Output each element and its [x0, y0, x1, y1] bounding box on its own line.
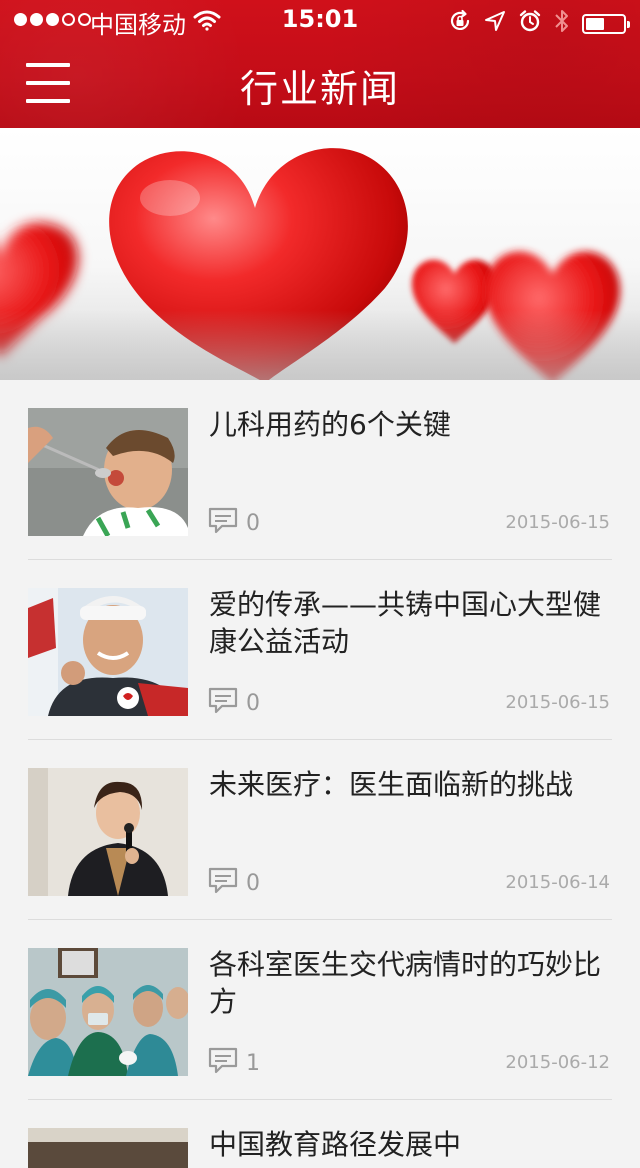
battery-icon [582, 14, 630, 34]
news-title: 各科室医生交代病情时的巧妙比方 [209, 948, 602, 1018]
news-item[interactable]: 各科室医生交代病情时的巧妙比方 1 2015-06-12 [28, 920, 612, 1100]
news-date: 2015-06-15 [505, 512, 610, 533]
news-thumbnail [28, 408, 188, 536]
news-title: 未来医疗：医生面临新的挑战 [209, 768, 574, 801]
hero-banner[interactable] [0, 128, 640, 380]
bluetooth-icon [554, 8, 570, 40]
comment-bubble-icon [208, 866, 238, 900]
news-title: 中国教育路径发展中 [209, 1128, 462, 1161]
comment-bubble-icon [208, 1046, 238, 1080]
comment-bubble-icon [208, 506, 238, 540]
comment-count: 1 [208, 1046, 260, 1080]
comment-count: 0 [208, 686, 260, 720]
news-date: 2015-06-12 [505, 1052, 610, 1073]
news-date: 2015-06-14 [505, 872, 610, 893]
app-header: 中国移动 15:01 行业新闻 [0, 0, 640, 128]
news-item[interactable]: 儿科用药的6个关键 0 2015-06-15 [28, 380, 612, 560]
news-item[interactable]: 爱的传承——共铸中国心大型健康公益活动 0 2015-06-15 [28, 560, 612, 740]
news-thumbnail [28, 768, 188, 896]
comment-count: 0 [208, 866, 260, 900]
nav-bar: 行业新闻 [0, 40, 640, 128]
news-thumbnail [28, 948, 188, 1076]
news-date: 2015-06-15 [505, 692, 610, 713]
news-item[interactable]: 中国教育路径发展中 [28, 1100, 612, 1168]
rotation-lock-icon [448, 9, 472, 39]
comment-count: 0 [208, 506, 260, 540]
comment-count-value: 1 [246, 1050, 260, 1076]
location-arrow-icon [484, 10, 506, 38]
page-title: 行业新闻 [239, 67, 400, 111]
news-item[interactable]: 未来医疗：医生面临新的挑战 0 2015-06-14 [28, 740, 612, 920]
comment-count-value: 0 [246, 870, 260, 896]
news-list: 儿科用药的6个关键 0 2015-06-15 爱的传承——共铸中国心大型健康公益… [28, 380, 612, 1168]
alarm-icon [518, 9, 542, 39]
status-bar: 中国移动 15:01 [0, 0, 640, 40]
news-thumbnail [28, 588, 188, 716]
news-thumbnail [28, 1128, 188, 1168]
comment-count-value: 0 [246, 690, 260, 716]
news-title: 爱的传承——共铸中国心大型健康公益活动 [209, 588, 602, 658]
status-icons [448, 8, 630, 40]
comment-count-value: 0 [246, 510, 260, 536]
news-title: 儿科用药的6个关键 [209, 408, 451, 441]
comment-bubble-icon [208, 686, 238, 720]
